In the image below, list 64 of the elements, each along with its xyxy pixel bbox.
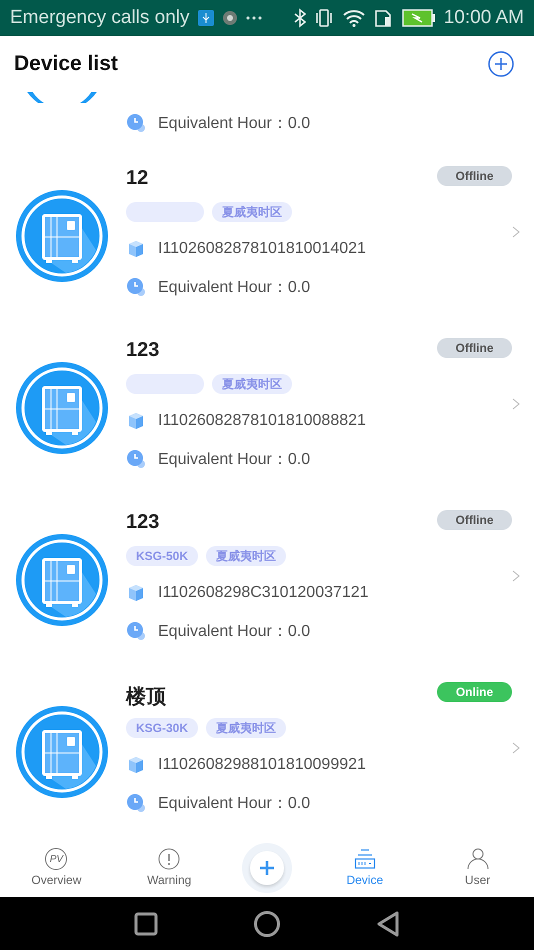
clock-icon (126, 621, 146, 641)
serial-number: I11026082988101810099921 (158, 756, 366, 774)
clock-icon (126, 113, 146, 133)
device-tag: 夏威夷时区 (206, 718, 286, 738)
equivalent-hour-text: Equivalent Hour：0.0 (158, 114, 310, 134)
user-icon (466, 848, 489, 870)
device-name: 123 (126, 511, 160, 535)
device-name: 123 (126, 339, 160, 363)
vibrate-icon (314, 8, 334, 28)
chevron-icon[interactable] (512, 226, 520, 238)
serial-number: I1102608298C310120037121 (158, 584, 369, 602)
app-icon (222, 10, 238, 26)
warning-icon (158, 848, 180, 870)
equivalent-hour-text: Equivalent Hour：0.0 (158, 450, 310, 470)
cube-icon (126, 756, 146, 774)
usb-icon (198, 10, 214, 26)
chevron-icon[interactable] (512, 570, 520, 582)
more-icon (246, 16, 262, 20)
device-tag: KSG-50K (126, 546, 198, 566)
status-badge: Offline (437, 166, 512, 186)
inverter-avatar-icon (16, 534, 108, 626)
clock-icon (126, 449, 146, 469)
nav-tab[interactable]: Warning (129, 848, 210, 887)
battery-icon (402, 9, 436, 27)
status-badge: Offline (437, 510, 512, 530)
device-tag: 夏威夷时区 (212, 374, 292, 394)
device-tag: 夏威夷时区 (212, 202, 292, 222)
page-title: Device list (14, 52, 118, 76)
chevron-icon[interactable] (512, 742, 520, 754)
nav-tab[interactable]: PV Overview (16, 848, 96, 887)
carrier-text: Emergency calls only (10, 7, 190, 29)
equivalent-hour-text: Equivalent Hour：0.0 (158, 278, 310, 298)
inverter-avatar-icon (16, 190, 108, 282)
recents-icon[interactable] (134, 912, 158, 936)
clock-icon (126, 277, 146, 297)
back-icon[interactable] (376, 910, 400, 936)
equivalent-hour-text: Equivalent Hour：0.0 (158, 622, 310, 642)
device-tag: KSG-30K (126, 718, 198, 738)
device-name: 楼顶 (126, 685, 166, 707)
cube-icon (126, 584, 146, 602)
plus-icon (258, 860, 275, 876)
nav-tab[interactable]: User (438, 848, 518, 887)
sim-icon (374, 8, 394, 28)
clock-icon (126, 793, 146, 813)
equivalent-hour-text: Equivalent Hour：0.0 (158, 794, 310, 814)
cube-icon (126, 412, 146, 430)
add-icon[interactable] (488, 51, 514, 77)
wifi-icon (342, 9, 366, 27)
chevron-icon[interactable] (512, 398, 520, 410)
inverter-avatar-icon (16, 362, 108, 454)
pv-icon: PV (45, 848, 68, 870)
clock-text: 10:00 AM (444, 7, 524, 29)
bluetooth-icon (294, 8, 306, 28)
home-icon[interactable] (254, 910, 280, 936)
status-badge: Online (437, 682, 512, 702)
device-name: 12 (126, 167, 148, 191)
serial-number: I11026082878101810014021 (158, 240, 366, 258)
device-tag: 夏威夷时区 (206, 546, 286, 566)
cube-icon (126, 240, 146, 258)
inverter-avatar-icon (16, 706, 108, 798)
nav-tab[interactable]: Device (324, 848, 405, 887)
status-badge: Offline (437, 338, 512, 358)
serial-number: I11026082878101810088821 (158, 412, 366, 430)
device-icon (354, 848, 376, 870)
